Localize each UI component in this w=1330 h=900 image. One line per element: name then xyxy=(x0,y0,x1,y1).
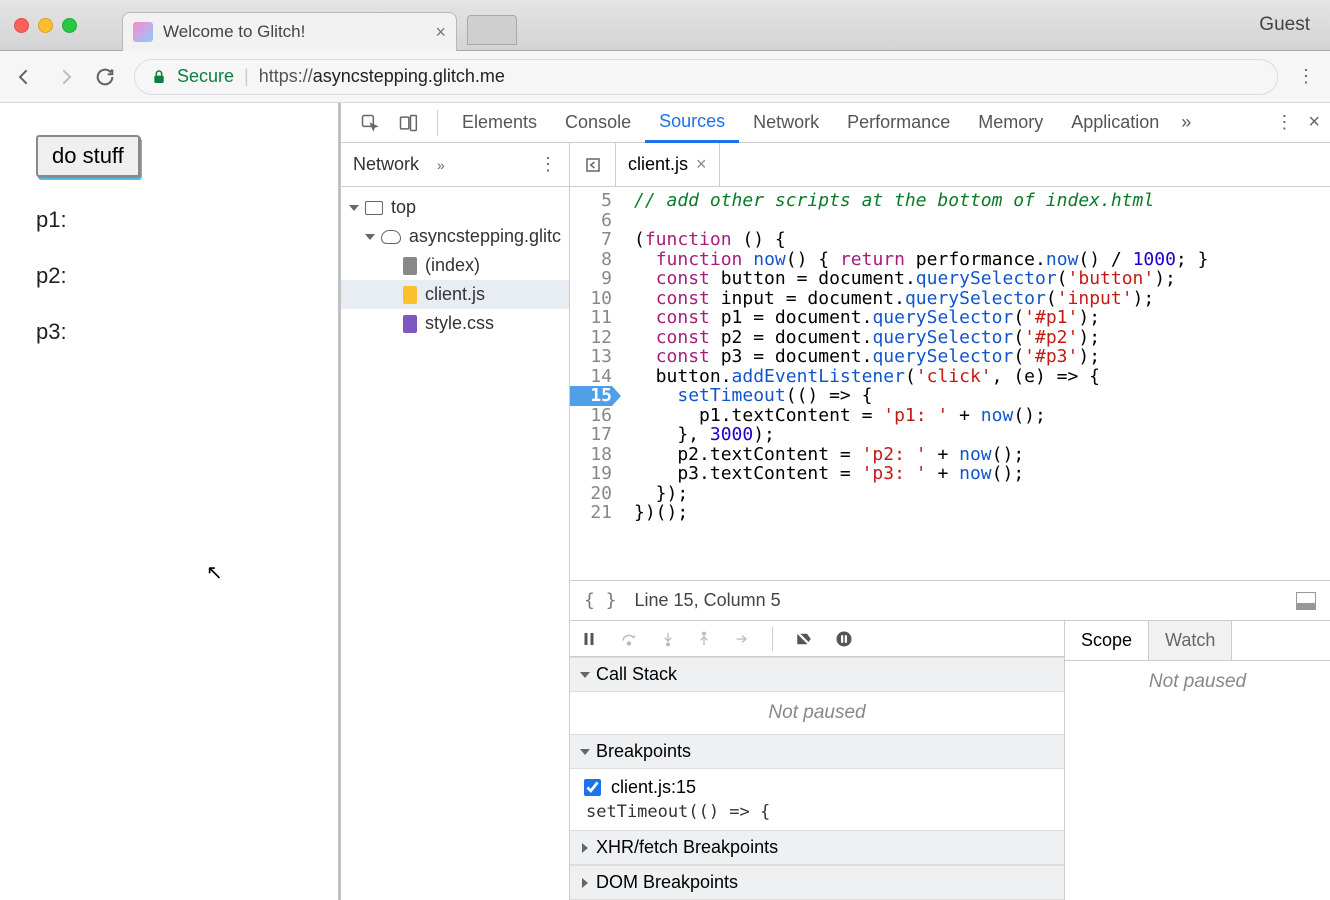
devtools-menu-button[interactable]: ⋮ xyxy=(1274,112,1294,133)
navigator-pane: Network » ⋮ top asyncstepping.glitc (ind… xyxy=(341,143,570,900)
cursor-position: Line 15, Column 5 xyxy=(635,590,781,611)
page-viewport: do stuff p1: p2: p3: xyxy=(0,103,341,900)
browser-menu-button[interactable]: ⋮ xyxy=(1296,66,1316,87)
toolbar: Secure | https://asyncstepping.glitch.me… xyxy=(0,51,1330,103)
devtools-close-button[interactable]: × xyxy=(1308,111,1320,134)
address-bar[interactable]: Secure | https://asyncstepping.glitch.me xyxy=(134,59,1278,95)
zoom-window-button[interactable] xyxy=(62,18,77,33)
new-tab-button[interactable] xyxy=(467,15,517,45)
navigator-menu-icon[interactable]: ⋮ xyxy=(539,154,557,175)
do-stuff-button[interactable]: do stuff xyxy=(36,135,140,177)
breakpoint-preview: setTimeout(() => { xyxy=(584,798,1050,822)
cloud-icon xyxy=(381,230,401,244)
secure-label: Secure xyxy=(177,66,234,87)
step-over-icon[interactable] xyxy=(618,630,640,648)
devtools-tab-sources[interactable]: Sources xyxy=(645,103,739,143)
step-into-icon[interactable] xyxy=(660,630,676,648)
back-button[interactable] xyxy=(14,66,36,88)
url: https://asyncstepping.glitch.me xyxy=(259,66,505,87)
devtools: ElementsConsoleSourcesNetworkPerformance… xyxy=(341,103,1330,900)
scope-tab[interactable]: Scope xyxy=(1065,621,1149,660)
xhr-breakpoints-header[interactable]: XHR/fetch Breakpoints xyxy=(570,830,1064,865)
callstack-not-paused: Not paused xyxy=(570,692,1064,734)
devtools-tab-application[interactable]: Application xyxy=(1057,103,1173,143)
device-icon[interactable] xyxy=(395,110,421,136)
navigator-overflow-icon[interactable]: » xyxy=(437,157,445,173)
devtools-tab-console[interactable]: Console xyxy=(551,103,645,143)
browser-tab[interactable]: Welcome to Glitch! × xyxy=(122,12,457,51)
close-window-button[interactable] xyxy=(14,18,29,33)
callstack-header[interactable]: Call Stack xyxy=(570,657,1064,692)
scope-watch-tabs: Scope Watch xyxy=(1065,621,1330,661)
file-icon xyxy=(403,315,417,333)
tab-title: Welcome to Glitch! xyxy=(163,22,425,42)
p3-text: p3: xyxy=(36,319,302,345)
file-icon xyxy=(403,257,417,275)
minimize-window-button[interactable] xyxy=(38,18,53,33)
code-editor[interactable]: 56789101112131415161718192021 // add oth… xyxy=(570,187,1330,580)
watch-tab[interactable]: Watch xyxy=(1149,621,1232,660)
editor-navigate-icon[interactable] xyxy=(570,143,616,186)
navigator-tab-network[interactable]: Network xyxy=(353,154,419,175)
dom-breakpoints-header[interactable]: DOM Breakpoints xyxy=(570,865,1064,900)
p2-text: p2: xyxy=(36,263,302,289)
debugger-toolbar xyxy=(570,621,1064,657)
profile-guest[interactable]: Guest xyxy=(1259,14,1310,36)
devtools-tab-network[interactable]: Network xyxy=(739,103,833,143)
close-icon[interactable]: × xyxy=(696,154,707,175)
forward-button[interactable] xyxy=(54,66,76,88)
tree-file-style-css[interactable]: style.css xyxy=(341,309,569,338)
breakpoint-checkbox[interactable] xyxy=(584,779,601,796)
format-icon[interactable]: { } xyxy=(584,590,617,611)
deactivate-breakpoints-icon[interactable] xyxy=(793,630,815,648)
devtools-tab-memory[interactable]: Memory xyxy=(964,103,1057,143)
step-out-icon[interactable] xyxy=(696,630,712,648)
step-icon[interactable] xyxy=(732,631,752,647)
breakpoint-row[interactable]: client.js:15 setTimeout(() => { xyxy=(570,769,1064,830)
tree-top[interactable]: top xyxy=(341,193,569,222)
reload-button[interactable] xyxy=(94,66,116,88)
tree-file-index[interactable]: (index) xyxy=(341,251,569,280)
folder-icon xyxy=(365,201,383,215)
breakpoint-label: client.js:15 xyxy=(611,777,696,798)
p1-text: p1: xyxy=(36,207,302,233)
editor-tab-client-js[interactable]: client.js× xyxy=(616,143,720,186)
file-tree: top asyncstepping.glitc (index) client.j… xyxy=(341,187,569,344)
tab-close-icon[interactable]: × xyxy=(435,22,446,43)
titlebar: Welcome to Glitch! × Guest xyxy=(0,0,1330,51)
favicon-icon xyxy=(133,22,153,42)
pause-on-exceptions-icon[interactable] xyxy=(835,630,853,648)
breakpoints-header[interactable]: Breakpoints xyxy=(570,734,1064,769)
toggle-drawer-icon[interactable] xyxy=(1296,592,1316,610)
inspect-icon[interactable] xyxy=(357,110,383,136)
devtools-tabs: ElementsConsoleSourcesNetworkPerformance… xyxy=(341,103,1330,143)
lock-icon xyxy=(151,68,167,86)
devtools-tab-elements[interactable]: Elements xyxy=(448,103,551,143)
tree-origin[interactable]: asyncstepping.glitc xyxy=(341,222,569,251)
file-icon xyxy=(403,286,417,304)
debugger-panel: Call Stack Not paused Breakpoints client… xyxy=(570,620,1330,900)
editor-pane: client.js× 56789101112131415161718192021… xyxy=(570,143,1330,900)
window-controls xyxy=(14,18,77,33)
panels-overflow-icon[interactable]: » xyxy=(1181,112,1191,133)
devtools-tab-performance[interactable]: Performance xyxy=(833,103,964,143)
tree-file-client-js[interactable]: client.js xyxy=(341,280,569,309)
scope-not-paused: Not paused xyxy=(1065,661,1330,703)
pause-icon[interactable] xyxy=(580,630,598,648)
editor-status-bar: { } Line 15, Column 5 xyxy=(570,580,1330,620)
